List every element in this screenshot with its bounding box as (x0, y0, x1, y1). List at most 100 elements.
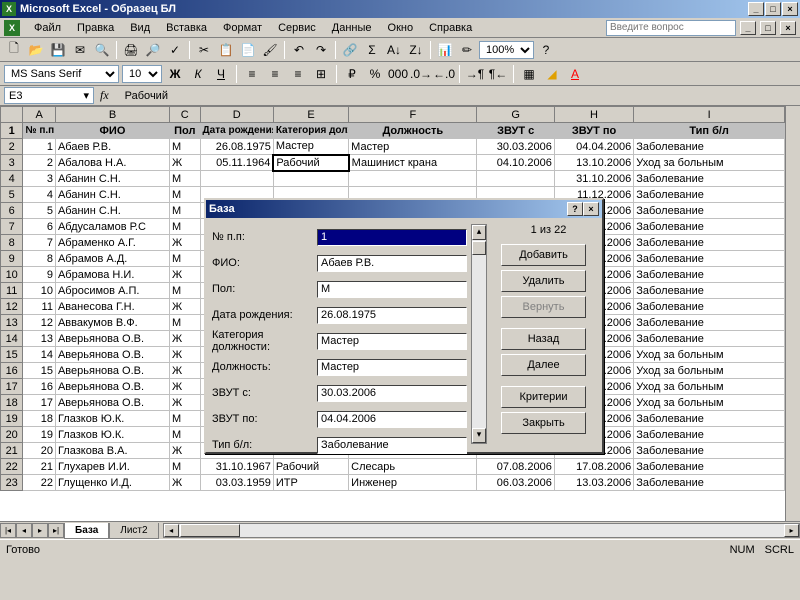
spell-icon[interactable]: ✓ (165, 40, 185, 60)
sort-desc-icon[interactable]: Z↓ (406, 40, 426, 60)
formula-bar: E3▾ fx Рабочий (0, 86, 800, 106)
bold-icon[interactable]: Ж (165, 64, 185, 84)
format-painter-icon[interactable]: 🖌 (260, 40, 280, 60)
inc-decimal-icon[interactable]: .0→ (411, 64, 431, 84)
field-cat[interactable] (317, 333, 467, 350)
currency-icon[interactable]: ₽ (342, 64, 362, 84)
copy-icon[interactable]: 📋 (216, 40, 236, 60)
field-pol[interactable] (317, 281, 467, 298)
mail-icon[interactable]: ✉ (70, 40, 90, 60)
inc-indent-icon[interactable]: →¶ (465, 64, 485, 84)
table-row[interactable]: 21Абаев Р.В.М26.08.1975МастерМастер30.03… (1, 139, 785, 155)
sheet-tab-active[interactable]: База (64, 523, 109, 539)
menu-view[interactable]: Вид (122, 20, 158, 36)
label-pol: Пол: (212, 283, 317, 295)
delete-button[interactable]: Удалить (501, 270, 586, 292)
field-pos[interactable] (317, 359, 467, 376)
undo-icon[interactable]: ↶ (289, 40, 309, 60)
criteria-button[interactable]: Критерии (501, 386, 586, 408)
minimize-button[interactable]: _ (748, 2, 764, 16)
save-icon[interactable]: 💾 (48, 40, 68, 60)
tab-next-button[interactable]: ▸ (32, 523, 48, 538)
align-left-icon[interactable]: ≡ (242, 64, 262, 84)
percent-icon[interactable]: % (365, 64, 385, 84)
chart-icon[interactable]: 📊 (435, 40, 455, 60)
redo-icon[interactable]: ↷ (311, 40, 331, 60)
sheet-tab-other[interactable]: Лист2 (109, 523, 158, 539)
field-num[interactable] (317, 229, 467, 246)
open-icon[interactable]: 📂 (26, 40, 46, 60)
field-zs[interactable] (317, 385, 467, 402)
close-button[interactable]: × (782, 2, 798, 16)
dec-indent-icon[interactable]: ¶← (488, 64, 508, 84)
dec-decimal-icon[interactable]: ←.0 (434, 64, 454, 84)
header-row: 1 № п.пФИО ПолДата рождения Категория до… (1, 123, 785, 139)
dialog-titlebar[interactable]: База ? × (206, 200, 602, 218)
sort-asc-icon[interactable]: A↓ (384, 40, 404, 60)
cut-icon[interactable]: ✂ (194, 40, 214, 60)
name-box[interactable]: E3▾ (4, 87, 94, 104)
horizontal-scrollbar[interactable]: ◂▸ (163, 523, 800, 538)
menu-tools[interactable]: Сервис (270, 20, 324, 36)
field-type[interactable] (317, 437, 467, 454)
table-row[interactable]: 43Абанин С.Н.М31.10.2006Заболевание (1, 171, 785, 187)
hyperlink-icon[interactable]: 🔗 (340, 40, 360, 60)
doc-restore-button[interactable]: □ (760, 21, 776, 35)
search-icon[interactable]: 🔍 (92, 40, 112, 60)
zoom-combo[interactable]: 100% (479, 41, 534, 59)
borders-icon[interactable]: ▦ (519, 64, 539, 84)
preview-icon[interactable]: 🔎 (143, 40, 163, 60)
maximize-button[interactable]: □ (765, 2, 781, 16)
merge-icon[interactable]: ⊞ (311, 64, 331, 84)
tab-first-button[interactable]: |◂ (0, 523, 16, 538)
close-form-button[interactable]: Закрыть (501, 412, 586, 434)
menu-file[interactable]: Файл (26, 20, 69, 36)
next-button[interactable]: Далее (501, 354, 586, 376)
back-button[interactable]: Назад (501, 328, 586, 350)
menu-insert[interactable]: Вставка (158, 20, 215, 36)
dialog-close-button[interactable]: × (583, 202, 599, 216)
field-zp[interactable] (317, 411, 467, 428)
fontsize-combo[interactable]: 10 (122, 65, 162, 83)
column-headers[interactable]: A BC DE FG HI (1, 107, 785, 123)
autosum-icon[interactable]: Σ (362, 40, 382, 60)
dialog-scrollbar[interactable]: ▴▾ (471, 224, 487, 444)
fx-icon[interactable]: fx (100, 88, 109, 103)
data-form-dialog: База ? × № п.п: ФИО: Пол: Дата рождения:… (204, 198, 604, 454)
restore-button[interactable]: Вернуть (501, 296, 586, 318)
font-combo[interactable]: MS Sans Serif (4, 65, 119, 83)
help-icon[interactable]: ? (536, 40, 556, 60)
field-dob[interactable] (317, 307, 467, 324)
menu-edit[interactable]: Правка (69, 20, 122, 36)
field-fio[interactable] (317, 255, 467, 272)
fill-color-icon[interactable]: ◢ (542, 64, 562, 84)
align-center-icon[interactable]: ≡ (265, 64, 285, 84)
menu-window[interactable]: Окно (380, 20, 422, 36)
menu-format[interactable]: Формат (215, 20, 270, 36)
help-question-input[interactable] (606, 20, 736, 36)
formula-content[interactable]: Рабочий (115, 90, 168, 102)
italic-icon[interactable]: К (188, 64, 208, 84)
menu-help[interactable]: Справка (421, 20, 480, 36)
tab-last-button[interactable]: ▸| (48, 523, 64, 538)
dialog-help-button[interactable]: ? (567, 202, 583, 216)
doc-close-button[interactable]: × (780, 21, 796, 35)
record-counter: 1 из 22 (501, 224, 596, 244)
menu-data[interactable]: Данные (324, 20, 380, 36)
font-color-icon[interactable]: A (565, 64, 585, 84)
align-right-icon[interactable]: ≡ (288, 64, 308, 84)
paste-icon[interactable]: 📄 (238, 40, 258, 60)
drawing-icon[interactable]: ✏ (457, 40, 477, 60)
table-row[interactable]: 32Абалова Н.А.Ж05.11.1964РабочийМашинист… (1, 155, 785, 171)
underline-icon[interactable]: Ч (211, 64, 231, 84)
table-row[interactable]: 2322Глущенко И.Д.Ж03.03.1959ИТРИнженер06… (1, 475, 785, 491)
new-icon[interactable]: 🗋 (4, 40, 24, 60)
comma-icon[interactable]: 000 (388, 64, 408, 84)
vertical-scrollbar[interactable] (785, 106, 800, 521)
print-icon[interactable]: 🖨 (121, 40, 141, 60)
tab-prev-button[interactable]: ◂ (16, 523, 32, 538)
label-cat: Категория должности: (212, 329, 317, 353)
doc-minimize-button[interactable]: _ (740, 21, 756, 35)
add-button[interactable]: Добавить (501, 244, 586, 266)
label-num: № п.п: (212, 231, 317, 243)
